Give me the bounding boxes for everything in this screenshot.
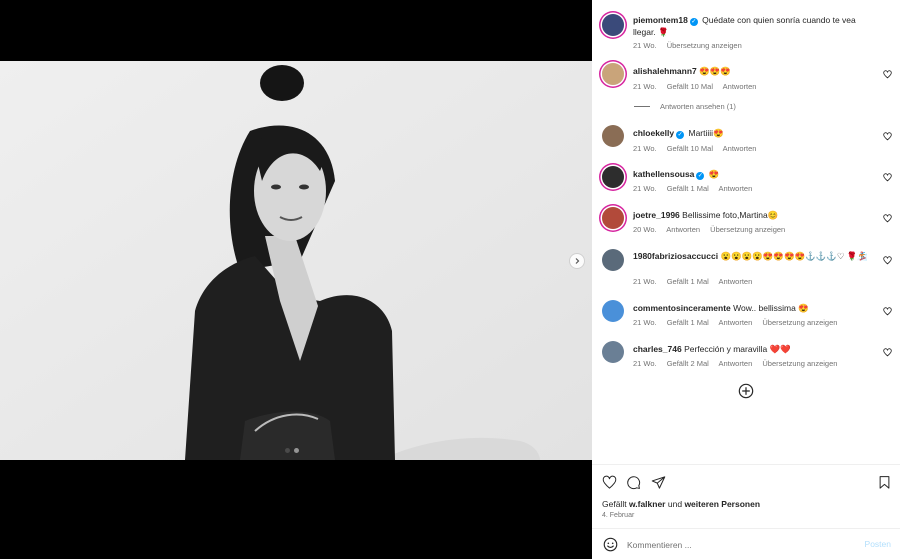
heart-icon[interactable]: [883, 132, 892, 141]
likes-prefix: Gefällt: [602, 499, 627, 509]
comment-time[interactable]: 21 Wo.: [633, 184, 657, 193]
photo-illustration: [0, 61, 592, 460]
comment-username[interactable]: alishalehmann7: [633, 66, 697, 76]
paper-plane-icon[interactable]: [651, 475, 666, 490]
translate-link[interactable]: Übersetzung anzeigen: [762, 318, 837, 327]
chevron-right-icon: [575, 258, 580, 264]
avatar[interactable]: [602, 249, 624, 271]
heart-icon[interactable]: [883, 348, 892, 357]
verified-icon: ✓: [696, 172, 705, 180]
reply-button[interactable]: Antworten: [666, 225, 700, 234]
media-viewer: [0, 0, 592, 559]
post-actions: Gefällt w.falkner und weiteren Personen …: [592, 464, 900, 528]
comment-username[interactable]: 1980fabriziosaccucci: [633, 251, 718, 261]
reply-button[interactable]: Antworten: [719, 277, 753, 286]
comment-text: 😮😮😮😮😍😍😍😍⚓⚓⚓♡ 🌹🏂: [720, 251, 869, 261]
comment-likes[interactable]: Gefällt 10 Mal: [667, 82, 713, 91]
carousel-indicator: [285, 448, 299, 453]
carousel-dot-active: [285, 448, 290, 453]
comment-likes[interactable]: Gefällt 1 Mal: [667, 277, 709, 286]
author-username[interactable]: piemontem18: [633, 15, 688, 25]
comment-likes[interactable]: Gefällt 2 Mal: [667, 359, 709, 368]
reply-button[interactable]: Antworten: [723, 144, 757, 153]
post-button[interactable]: Posten: [865, 539, 891, 549]
post-photo[interactable]: [0, 61, 592, 460]
reply-button[interactable]: Antworten: [719, 184, 753, 193]
translate-link[interactable]: Übersetzung anzeigen: [710, 225, 785, 234]
comment-time[interactable]: 21 Wo.: [633, 277, 657, 286]
heart-icon[interactable]: [883, 173, 892, 182]
avatar[interactable]: [602, 14, 624, 36]
comment-time[interactable]: 21 Wo.: [633, 318, 657, 327]
comment-text: Wow.. bellissima 😍: [733, 303, 809, 313]
comment-text: 😍: [708, 169, 720, 179]
comment-likes[interactable]: Gefällt 1 Mal: [667, 184, 709, 193]
reply-button[interactable]: Antworten: [719, 359, 753, 368]
likes-middle: und: [667, 499, 683, 509]
post-panel: piemontem18 ✓ Quédate con quien sonría cu…: [592, 0, 900, 559]
comments-list: piemontem18 ✓ Quédate con quien sonría cu…: [592, 0, 900, 464]
heart-icon[interactable]: [883, 307, 892, 316]
likes-summary: Gefällt w.falkner und weiteren Personen: [602, 499, 760, 509]
smiley-icon[interactable]: [603, 537, 618, 552]
avatar[interactable]: [602, 207, 624, 229]
avatar[interactable]: [602, 300, 624, 322]
view-replies-label: Antworten ansehen (1): [660, 102, 736, 111]
comment-username[interactable]: joetre_1996: [633, 210, 680, 220]
avatar[interactable]: [602, 166, 624, 188]
translate-link[interactable]: Übersetzung anzeigen: [762, 359, 837, 368]
comment-composer: Posten: [592, 528, 900, 559]
view-replies-button[interactable]: Antworten ansehen (1): [634, 102, 736, 111]
comment-likes[interactable]: Gefällt 10 Mal: [667, 144, 713, 153]
avatar[interactable]: [602, 63, 624, 85]
avatar[interactable]: [602, 341, 624, 363]
comment-text: Bellissime foto,Martina😊: [682, 210, 779, 220]
comment-username[interactable]: commentosinceramente: [633, 303, 731, 313]
comment-text: Martiiii😍: [688, 128, 724, 138]
reply-button[interactable]: Antworten: [723, 82, 757, 91]
replies-divider: [634, 106, 650, 107]
comment-username[interactable]: kathellensousa: [633, 169, 694, 179]
carousel-dot: [294, 448, 299, 453]
heart-icon[interactable]: [883, 214, 892, 223]
next-image-button[interactable]: [569, 253, 585, 269]
comment-username[interactable]: charles_746: [633, 344, 682, 354]
heart-icon[interactable]: [883, 256, 892, 265]
comment-time[interactable]: 21 Wo.: [633, 144, 657, 153]
comment-time[interactable]: 21 Wo.: [633, 359, 657, 368]
comment-text: Perfección y maravilla ❤️❤️: [684, 344, 791, 354]
post-date[interactable]: 4. Februar: [602, 512, 634, 519]
comment-time[interactable]: 20 Wo.: [633, 225, 657, 234]
reply-button[interactable]: Antworten: [719, 318, 753, 327]
heart-icon[interactable]: [602, 475, 617, 490]
bookmark-icon[interactable]: [877, 475, 892, 490]
comment-username[interactable]: chloekelly: [633, 128, 674, 138]
liker-username[interactable]: w.falkner: [629, 499, 666, 509]
verified-icon: ✓: [689, 18, 698, 26]
plus-circle-icon[interactable]: [738, 383, 754, 399]
verified-icon: ✓: [676, 131, 685, 139]
comment-text: 😍😍😍: [699, 66, 731, 76]
translate-link[interactable]: Übersetzung anzeigen: [667, 41, 742, 50]
caption-time[interactable]: 21 Wo.: [633, 41, 657, 50]
heart-icon[interactable]: [883, 70, 892, 79]
comment-input[interactable]: [627, 537, 847, 552]
comment-time[interactable]: 21 Wo.: [633, 82, 657, 91]
comment-likes[interactable]: Gefällt 1 Mal: [667, 318, 709, 327]
avatar[interactable]: [602, 125, 624, 147]
likes-others-link[interactable]: weiteren Personen: [684, 499, 760, 509]
comment-bubble-icon[interactable]: [626, 475, 641, 490]
